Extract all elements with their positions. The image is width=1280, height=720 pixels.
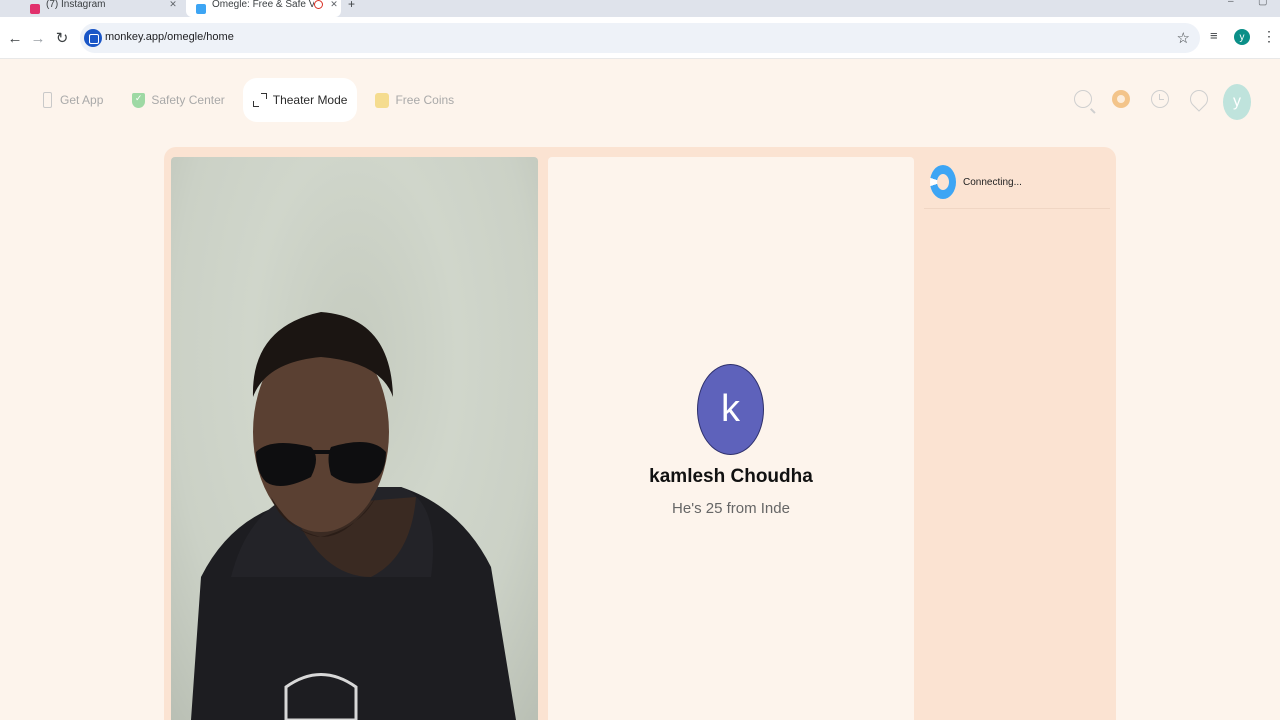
reload-icon[interactable]: ↻ bbox=[52, 28, 72, 48]
new-tab-button[interactable]: + bbox=[348, 0, 355, 11]
history-icon[interactable] bbox=[1151, 90, 1169, 108]
connection-status-row: Connecting... bbox=[924, 165, 1110, 209]
tab-title: Omegle: Free & Safe Vi bbox=[212, 0, 314, 10]
instagram-favicon-icon bbox=[30, 3, 40, 14]
minimize-icon[interactable]: – bbox=[1228, 0, 1234, 7]
media-controls-icon[interactable]: ≡ bbox=[1210, 28, 1218, 43]
kebab-menu-icon[interactable]: ⋮ bbox=[1262, 28, 1276, 45]
monkey-favicon-icon bbox=[196, 3, 206, 14]
address-bar[interactable]: monkey.app/omegle/home ☆ bbox=[80, 23, 1200, 53]
remote-user-name: kamlesh Choudha bbox=[649, 466, 813, 487]
nav-theater-mode[interactable]: Theater Mode bbox=[242, 78, 358, 122]
self-camera-image bbox=[191, 312, 516, 720]
site-info-icon[interactable] bbox=[84, 29, 102, 47]
expand-icon bbox=[252, 92, 267, 108]
connection-status-text: Connecting... bbox=[963, 177, 1022, 188]
coins-icon bbox=[375, 92, 390, 108]
nav-get-app[interactable]: Get App bbox=[30, 78, 113, 122]
browser-toolbar: ← → ↻ monkey.app/omegle/home ☆ ≡ y ⋮ bbox=[0, 17, 1280, 59]
phone-icon bbox=[40, 92, 54, 108]
search-icon[interactable] bbox=[1074, 90, 1092, 108]
nav-label: Safety Center bbox=[151, 93, 225, 107]
nav-label: Free Coins bbox=[395, 93, 455, 107]
location-icon[interactable] bbox=[1186, 86, 1212, 112]
app-nav: Get App Safety Center Theater Mode Free … bbox=[30, 78, 472, 122]
recording-indicator-icon bbox=[314, 0, 323, 9]
chat-side-panel: Connecting... bbox=[924, 157, 1110, 720]
user-avatar[interactable]: y bbox=[1223, 82, 1251, 120]
nav-label: Theater Mode bbox=[272, 93, 348, 107]
star-icon[interactable]: ☆ bbox=[1177, 29, 1190, 47]
self-video-feed bbox=[171, 157, 538, 720]
shield-icon bbox=[131, 92, 145, 108]
browser-tab-strip: (7) Instagram ✕ Omegle: Free & Safe Vi ✕… bbox=[0, 0, 1280, 17]
close-tab-icon[interactable]: ✕ bbox=[166, 0, 180, 10]
remote-user-initial: k bbox=[697, 364, 764, 455]
nav-safety-center[interactable]: Safety Center bbox=[121, 78, 234, 122]
remote-user-subtitle: He's 25 from Inde bbox=[672, 500, 790, 517]
coin-icon[interactable] bbox=[1112, 90, 1130, 108]
url-text: monkey.app/omegle/home bbox=[105, 31, 234, 43]
nav-free-coins[interactable]: Free Coins bbox=[365, 78, 464, 122]
browser-tab-omegle[interactable]: Omegle: Free & Safe Vi ✕ bbox=[186, 0, 341, 17]
browser-tab-instagram[interactable]: (7) Instagram ✕ bbox=[20, 0, 180, 17]
user-avatar-initial: y bbox=[1223, 84, 1251, 120]
maximize-icon[interactable]: ▢ bbox=[1258, 0, 1267, 7]
forward-arrow-icon[interactable]: → bbox=[28, 28, 48, 48]
monkey-logo-icon bbox=[930, 165, 956, 199]
close-tab-icon[interactable]: ✕ bbox=[327, 0, 341, 10]
tab-title: (7) Instagram bbox=[46, 0, 106, 10]
back-arrow-icon[interactable]: ← bbox=[5, 28, 25, 48]
remote-user-avatar: k bbox=[697, 364, 764, 455]
nav-label: Get App bbox=[60, 93, 104, 107]
browser-profile-avatar[interactable]: y bbox=[1234, 29, 1250, 45]
